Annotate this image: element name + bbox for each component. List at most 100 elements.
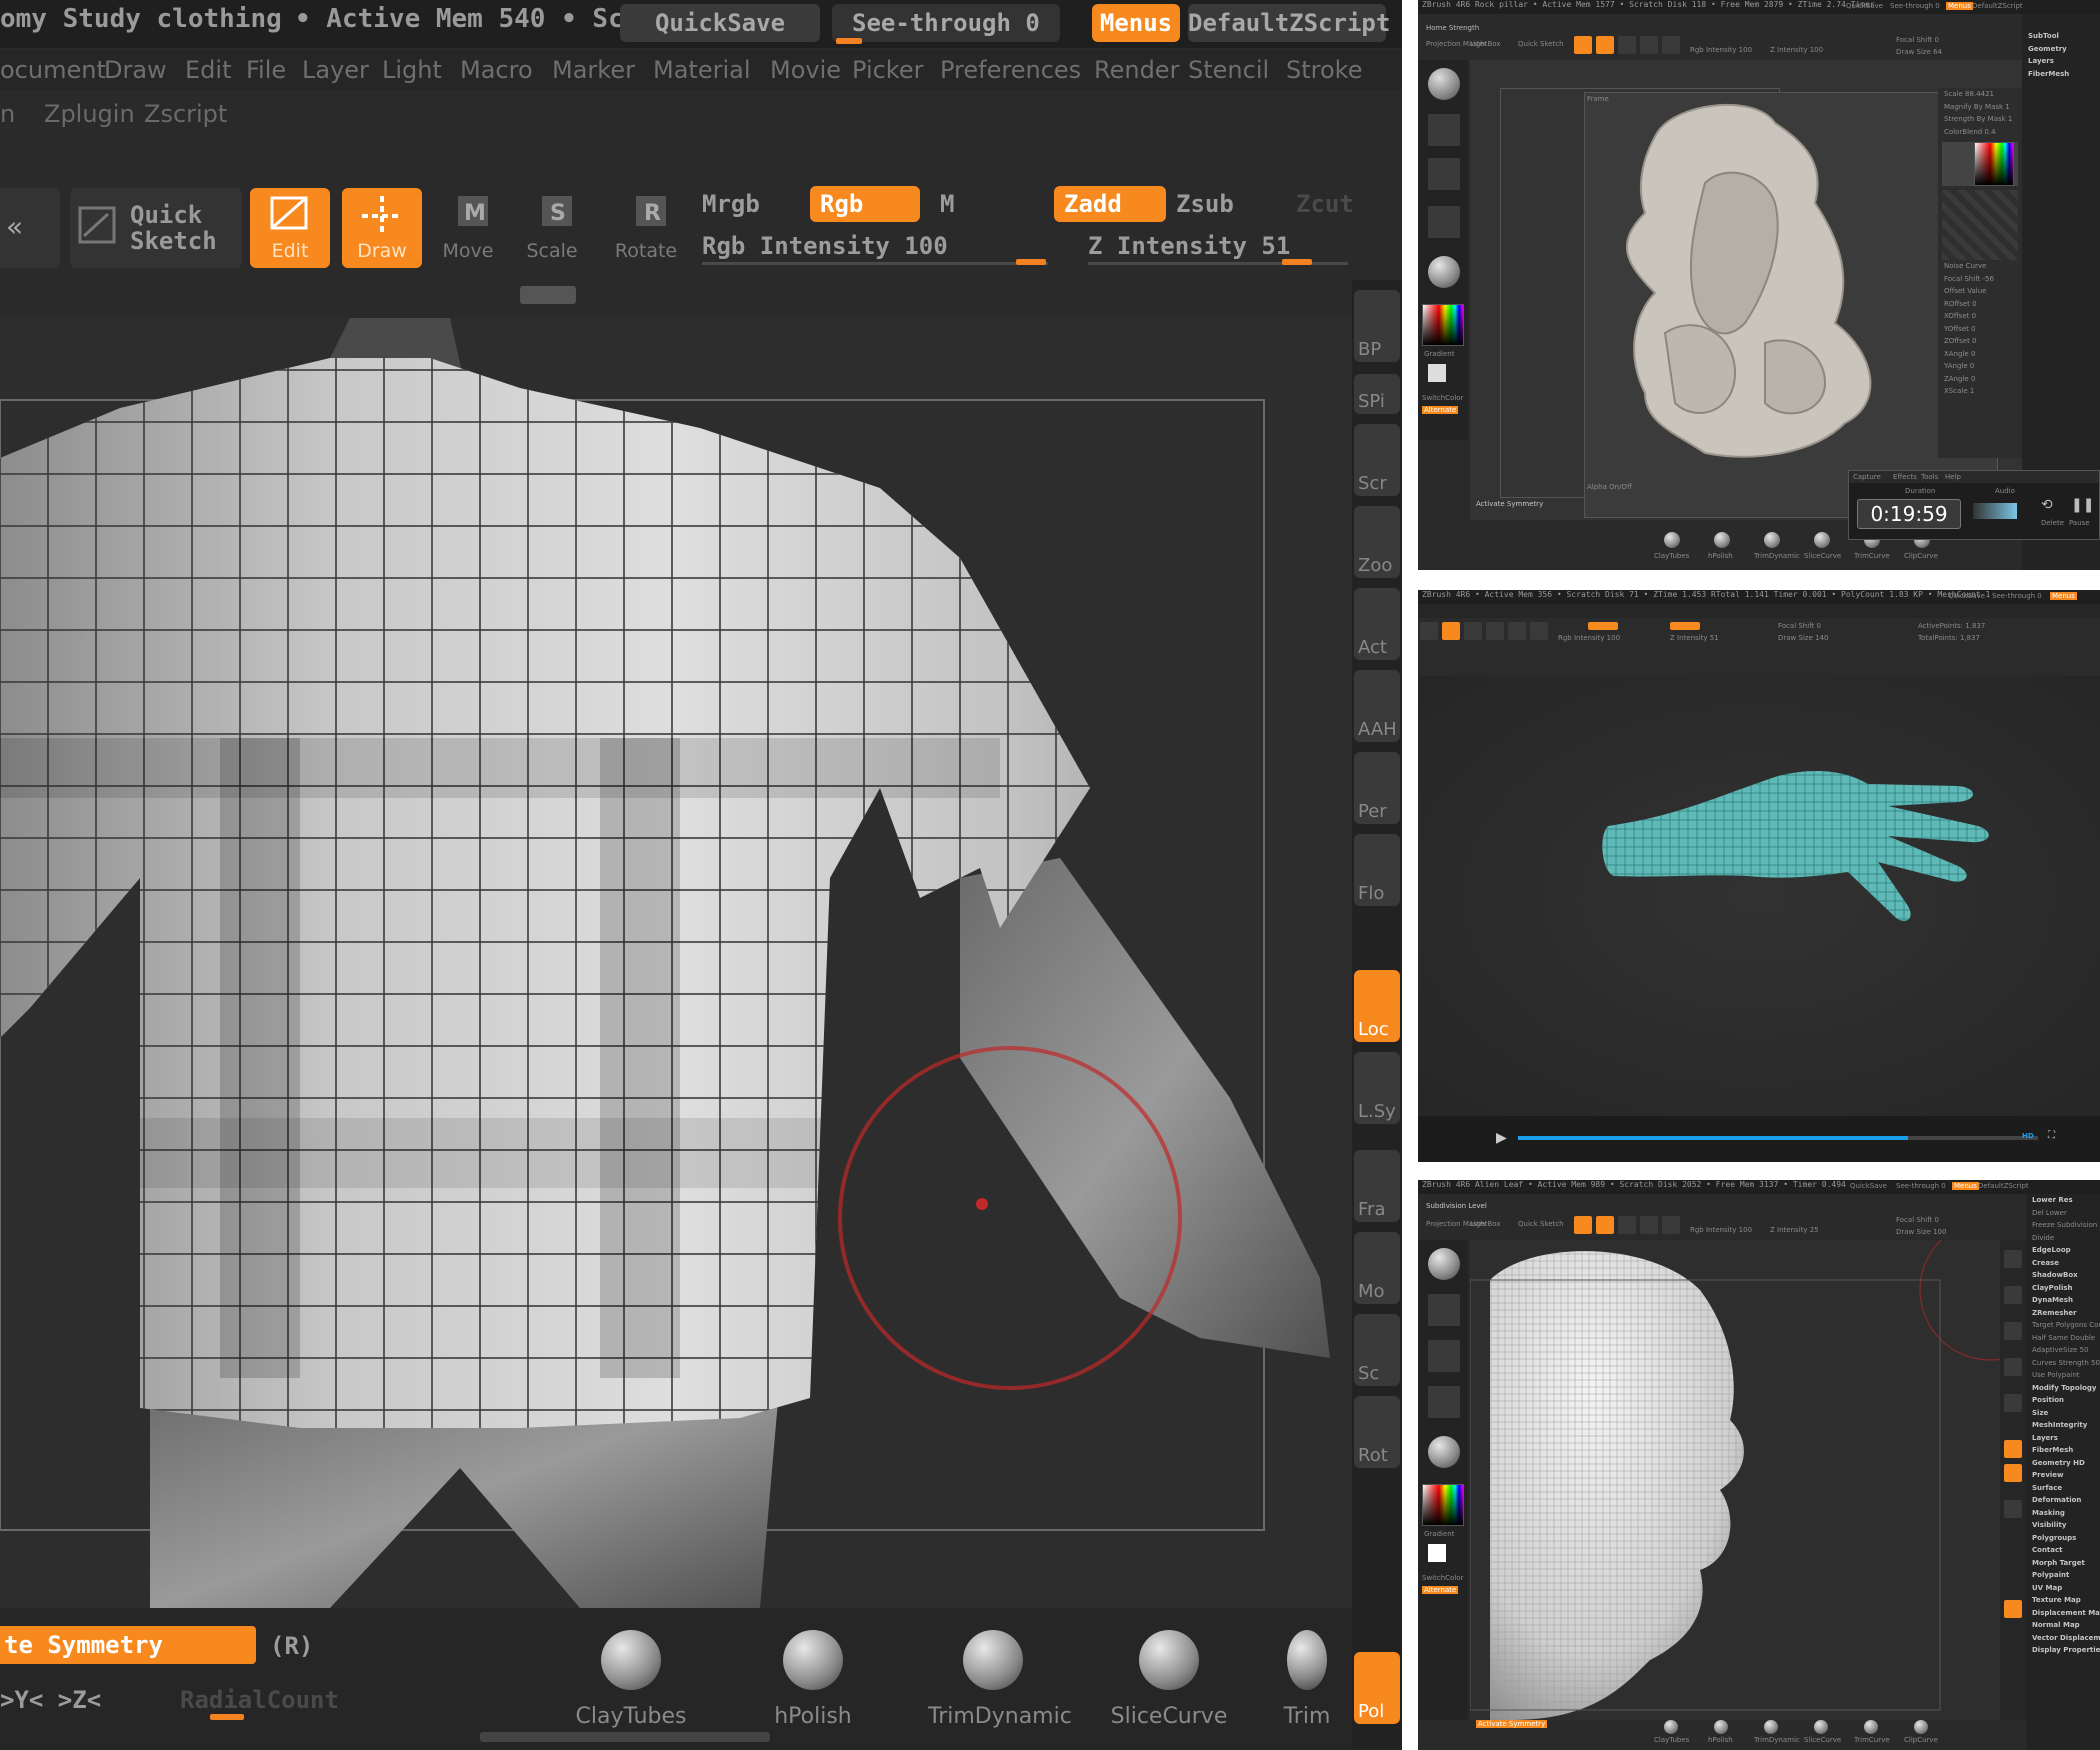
p2-move-button[interactable] <box>1486 622 1504 640</box>
menu-stroke[interactable]: Stroke <box>1286 56 1362 84</box>
p3-texture-map[interactable]: Texture Map <box>2026 1594 2100 1607</box>
p1-geometry-menu[interactable]: Geometry <box>2022 43 2100 56</box>
shelf-rotate-button[interactable]: Rot <box>1354 1396 1400 1468</box>
p2-draw-button[interactable] <box>1464 622 1482 640</box>
p3-shelf-aahalf[interactable] <box>2004 1394 2022 1412</box>
p3-shelf-zoom[interactable] <box>2004 1322 2022 1340</box>
p1-capture-menu[interactable]: Capture <box>1853 473 1881 481</box>
p3-draw-button[interactable] <box>1596 1216 1614 1234</box>
radial-count-slider[interactable]: RadialCount <box>180 1686 339 1714</box>
edit-mode-button[interactable]: Edit <box>250 188 330 268</box>
p3-preview[interactable]: Preview <box>2026 1469 2100 1482</box>
menu-marker[interactable]: Marker <box>552 56 635 84</box>
p3-dynamesh[interactable]: DynaMesh <box>2026 1294 2100 1307</box>
p3-see-through[interactable]: See-through 0 <box>1896 1182 1946 1190</box>
p1-texture-thumbnail[interactable] <box>1428 206 1460 238</box>
rgb-intensity-knob[interactable] <box>1016 259 1046 265</box>
p2-partial-button[interactable] <box>1420 622 1438 640</box>
p3-polygroups[interactable]: Polygroups <box>2026 1532 2100 1545</box>
p1-color-picker[interactable] <box>1422 304 1464 346</box>
rgb-intensity-slider[interactable]: Rgb Intensity 100 <box>702 232 948 260</box>
p3-modify-topology[interactable]: Modify Topology <box>2026 1382 2100 1395</box>
p3-shelf-actual[interactable] <box>2004 1358 2022 1376</box>
p3-uv-map[interactable]: UV Map <box>2026 1582 2100 1595</box>
p2-fullscreen-icon[interactable]: ⛶ <box>2048 1130 2055 1141</box>
p3-brush-thumbnail[interactable] <box>1428 1248 1460 1280</box>
p1-focal-shift[interactable]: Focal Shift 0 <box>1896 36 1939 44</box>
menu-draw[interactable]: Draw <box>104 56 167 84</box>
p1-field-roffset[interactable]: ROffset 0 <box>1938 298 2022 311</box>
p3-visibility[interactable]: Visibility <box>2026 1519 2100 1532</box>
quicksave-button[interactable]: QuickSave <box>620 4 820 42</box>
p3-texture-thumbnail[interactable] <box>1428 1386 1460 1418</box>
p2-rgb-intensity[interactable]: Rgb Intensity 100 <box>1558 634 1620 642</box>
p3-quicksave-button[interactable]: QuickSave <box>1850 1182 1887 1190</box>
menu-edit[interactable]: Edit <box>185 56 231 84</box>
p1-field-magnify[interactable]: Magnify By Mask 1 <box>1938 101 2022 114</box>
p1-field-xoffset[interactable]: XOffset 0 <box>1938 310 2022 323</box>
p3-use-polypaint[interactable]: Use Polypaint <box>2026 1369 2100 1382</box>
p3-slicecurve-icon[interactable] <box>1814 1720 1828 1734</box>
p3-secondary-color[interactable] <box>1428 1544 1446 1562</box>
p1-secondary-color[interactable] <box>1428 364 1446 382</box>
zsub-button[interactable]: Zsub <box>1176 190 1234 218</box>
p3-hpolish-icon[interactable] <box>1714 1720 1728 1734</box>
p3-rotate-button[interactable] <box>1662 1216 1680 1234</box>
p2-hd-toggle[interactable]: HD <box>2022 1132 2034 1140</box>
p3-geometry-hd[interactable]: Geometry HD <box>2026 1457 2100 1470</box>
m-button[interactable]: M <box>940 190 954 218</box>
p1-lightbox[interactable]: LightBox <box>1470 40 1500 48</box>
p3-meshintegrity[interactable]: MeshIntegrity <box>2026 1419 2100 1432</box>
brush-trim[interactable]: Trim <box>1262 1630 1352 1729</box>
p3-edit-button[interactable] <box>1574 1216 1592 1234</box>
p3-script-button[interactable]: DefaultZScript <box>1978 1182 2029 1190</box>
p1-color-swatch[interactable] <box>1974 142 2014 186</box>
menu-stencil[interactable]: Stencil <box>1188 56 1269 84</box>
menu-zscript[interactable]: Zscript <box>144 100 227 128</box>
p1-subtool-menu[interactable]: SubTool <box>2022 14 2100 43</box>
p3-trimcurve-icon[interactable] <box>1864 1720 1878 1734</box>
axis-toggles[interactable]: >Y< >Z< <box>0 1686 101 1714</box>
menu-movie[interactable]: Movie <box>770 56 841 84</box>
3d-viewport-canvas[interactable] <box>0 318 1352 1608</box>
p1-switch-color[interactable]: SwitchColor <box>1422 394 1463 402</box>
shelf-scale-button[interactable]: Sc <box>1354 1314 1400 1386</box>
p3-surface[interactable]: Surface <box>2026 1482 2100 1495</box>
p3-half-same-double[interactable]: Half Same Double <box>2026 1332 2100 1345</box>
p1-field-focal-shift[interactable]: Focal Shift -56 <box>1938 273 2022 286</box>
p1-field-strength[interactable]: Strength By Mask 1 <box>1938 113 2022 126</box>
p1-draw-button[interactable] <box>1596 36 1614 54</box>
p3-shelf-persp[interactable] <box>2004 1440 2022 1458</box>
p3-switch-color[interactable]: SwitchColor <box>1422 1574 1463 1582</box>
p1-help-menu[interactable]: Help <box>1945 473 1961 481</box>
p1-field-xscale[interactable]: XScale 1 <box>1938 385 2022 398</box>
p2-quicksave-button[interactable]: QuickSave <box>1948 592 1985 600</box>
zadd-button[interactable]: Zadd <box>1054 186 1166 222</box>
menu-layer[interactable]: Layer <box>302 56 369 84</box>
menu-file[interactable]: File <box>246 56 286 84</box>
p3-clipcurve-icon[interactable] <box>1914 1720 1928 1734</box>
menu-light[interactable]: Light <box>382 56 442 84</box>
p3-polypaint[interactable]: Polypaint <box>2026 1569 2100 1582</box>
p3-menus-button[interactable]: Menus <box>1952 1182 1979 1190</box>
p3-del-lower[interactable]: Del Lower <box>2026 1207 2100 1220</box>
p3-viewport[interactable] <box>1470 1240 2000 1720</box>
toolbar-scroll-handle[interactable] <box>520 286 576 304</box>
p1-effects-menu[interactable]: Effects <box>1893 473 1917 481</box>
p2-seek-progress[interactable] <box>1518 1136 1908 1140</box>
p1-draw-size[interactable]: Draw Size 64 <box>1896 48 1942 56</box>
p3-freeze-subdiv[interactable]: Freeze Subdivision Levels <box>2026 1219 2100 1232</box>
draw-mode-button[interactable]: Draw <box>342 188 422 268</box>
p1-pause-icon[interactable]: ❚❚ <box>2071 497 2094 513</box>
menu-render[interactable]: Render <box>1094 56 1179 84</box>
p3-divide[interactable]: Divide <box>2026 1232 2100 1245</box>
p1-quicksave-button[interactable]: QuickSave <box>1846 2 1883 10</box>
p1-scale-button[interactable] <box>1640 36 1658 54</box>
p2-focal-shift[interactable]: Focal Shift 0 <box>1778 622 1821 630</box>
shelf-aahalf-button[interactable]: AAH <box>1354 670 1400 742</box>
menus-button[interactable]: Menus <box>1092 4 1180 42</box>
p3-shadowbox[interactable]: ShadowBox <box>2026 1269 2100 1282</box>
p3-color-picker[interactable] <box>1422 1484 1464 1526</box>
partial-tool-button[interactable]: « <box>0 188 60 268</box>
shelf-bpr-button[interactable]: BP <box>1354 290 1400 362</box>
